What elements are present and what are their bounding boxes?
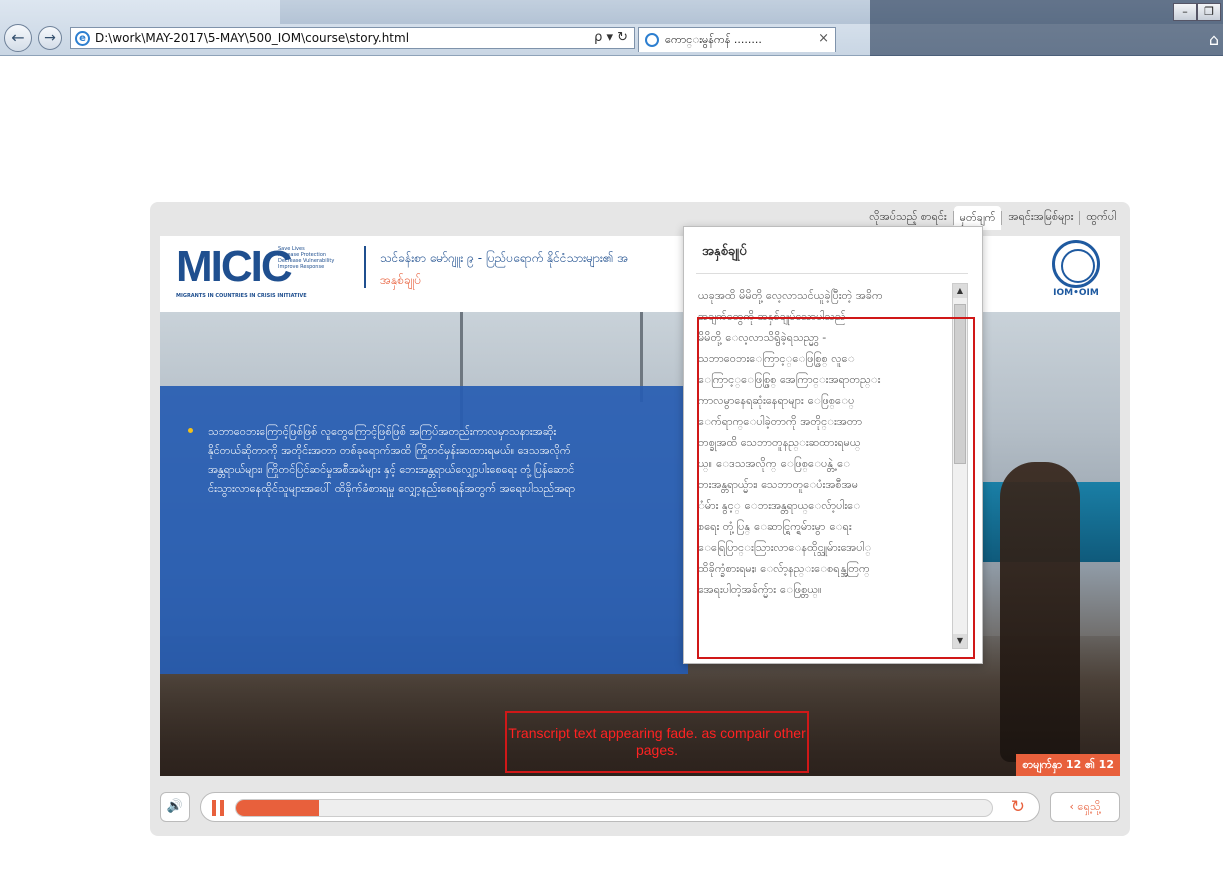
- back-button[interactable]: ←: [4, 24, 32, 52]
- micic-tagline: Save Lives Increase Protection Decrease …: [278, 246, 335, 270]
- home-icon[interactable]: ⌂: [1209, 30, 1219, 49]
- iom-name: IOM•OIM: [1053, 288, 1099, 298]
- nav-glossary[interactable]: အရင်းအမြစ်များ: [1002, 210, 1079, 226]
- browser-tab[interactable]: ကောင္းမွန်ကန် ........ ×: [638, 27, 836, 52]
- search-refresh-icons[interactable]: ρ ▾ ↻: [594, 30, 628, 45]
- nav-exit[interactable]: ထွက်ပါ: [1080, 210, 1122, 226]
- seekbar-fill: [236, 800, 320, 816]
- nav-resources[interactable]: လိုအပ်သည့် စာရင်း: [863, 210, 952, 226]
- transcript-divider: [696, 273, 968, 274]
- restore-button[interactable]: ❐: [1197, 3, 1221, 21]
- highlight-box: [697, 317, 975, 659]
- player-controls: 🔊 ↻ ‹ ရှေ့သို့: [160, 792, 1120, 822]
- scroll-up-icon[interactable]: ▲: [953, 284, 967, 298]
- globe-icon: [1052, 240, 1100, 288]
- tab-title[interactable]: ကောင္းမွန်ကန် ........: [665, 33, 815, 49]
- header-divider: [364, 246, 366, 288]
- seekbar-track[interactable]: [235, 799, 993, 817]
- person-shape: [1000, 462, 1080, 762]
- page-counter: စာမျက်နှာ 12 ၏ 12: [1016, 754, 1120, 776]
- background-window-tabs: [870, 0, 1223, 56]
- course-title: သင်ခန်းစာ မော်ဂျူး ၉ - ပြည်ပရောက် နိုင်င…: [380, 251, 629, 265]
- content-panel: သဘာဝေဘးကြောင့်ဖြစ်ဖြစ် လူတွေကြောင့်ဖြစ်ဖ…: [160, 386, 688, 674]
- bullet-icon: [188, 428, 193, 433]
- bullet-text: သဘာဝေဘးကြောင့်ဖြစ်ဖြစ် လူတွေကြောင့်ဖြစ်ဖ…: [208, 425, 576, 495]
- course-player: လိုအပ်သည့် စာရင်း မှတ်ချက် အရင်းအမြစ်မျာ…: [150, 202, 1130, 836]
- pause-icon[interactable]: [211, 800, 225, 816]
- slide-subtitle: အနှစ်ချုပ်: [380, 273, 422, 287]
- ie-icon: [645, 33, 659, 47]
- minimize-button[interactable]: –: [1173, 3, 1197, 21]
- micic-subtitle: MIGRANTS IN COUNTRIES IN CRISIS INITIATI…: [176, 293, 307, 299]
- replay-icon[interactable]: ↻: [1011, 797, 1025, 817]
- transcript-title: အနှစ်ချုပ်: [702, 244, 747, 259]
- annotation-text: Transcript text appearing fade. as compa…: [508, 725, 806, 758]
- seekbar-container: ↻: [200, 792, 1040, 822]
- volume-button[interactable]: 🔊: [160, 792, 190, 822]
- address-url[interactable]: D:\work\MAY-2017\5-MAY\500_IOM\course\st…: [95, 31, 409, 45]
- annotation-box: Transcript text appearing fade. as compa…: [505, 711, 809, 773]
- forward-button[interactable]: →: [38, 26, 62, 50]
- browser-chrome: ← → e D:\work\MAY-2017\5-MAY\500_IOM\cou…: [0, 0, 1223, 56]
- tab-close-icon[interactable]: ×: [818, 31, 829, 46]
- address-bar[interactable]: e D:\work\MAY-2017\5-MAY\500_IOM\course\…: [70, 27, 635, 49]
- page-icon: e: [75, 31, 90, 46]
- prev-button[interactable]: ‹ ရှေ့သို့: [1050, 792, 1120, 822]
- micic-logo: MICIC: [176, 242, 293, 291]
- iom-logo: IOM•OIM: [1046, 240, 1106, 304]
- window-controls: – ❐: [1173, 0, 1221, 21]
